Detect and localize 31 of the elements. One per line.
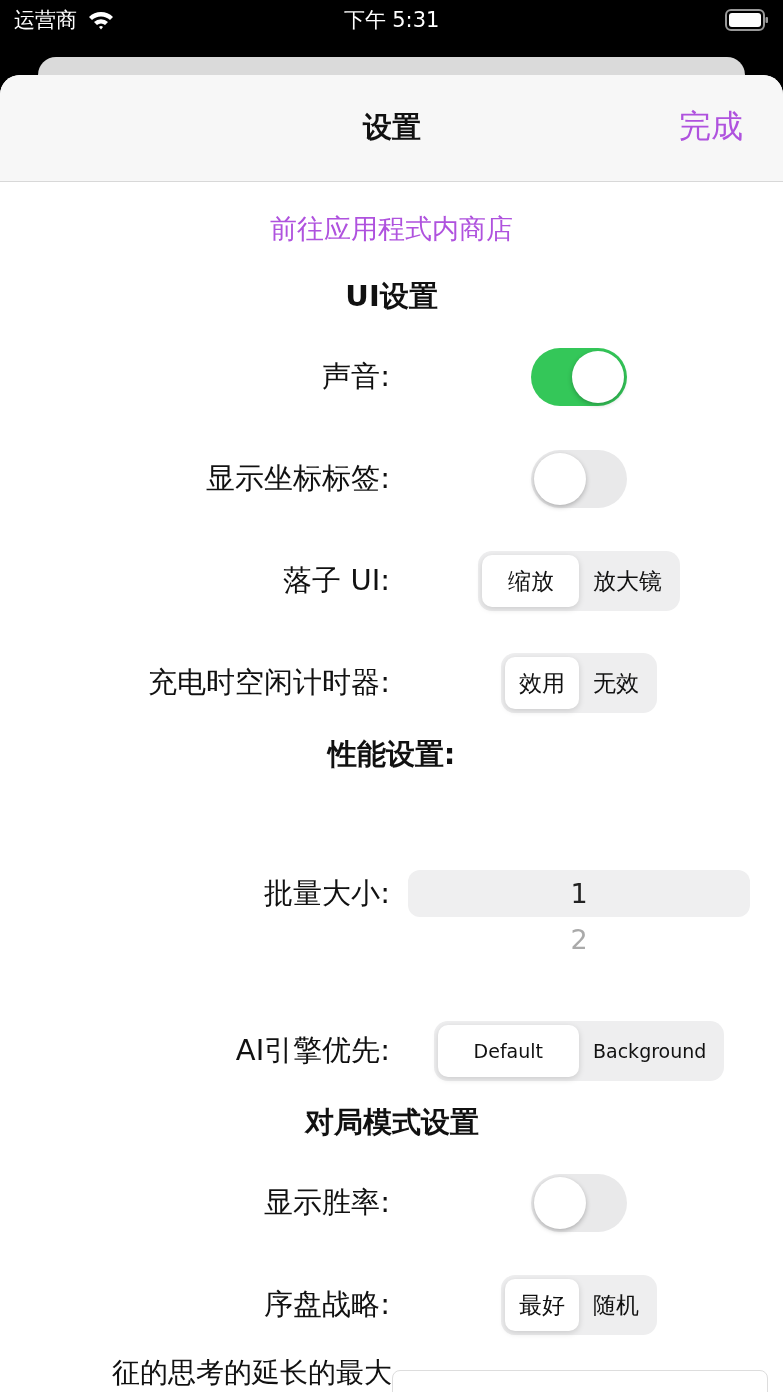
picker-option[interactable]: 1 [408, 870, 750, 917]
toggle-switch[interactable] [531, 1174, 627, 1232]
status-time: 下午 5:31 [342, 7, 441, 34]
setting-label: 落子 UI: [283, 562, 390, 599]
segment[interactable]: 最好 [505, 1279, 579, 1331]
setting-label: 充电时空闲计时器: [148, 664, 390, 701]
setting-label: 显示胜率: [264, 1184, 390, 1221]
battery-icon [725, 9, 769, 31]
segment[interactable]: Default [437, 1025, 579, 1077]
setting-label: 批量大小: [264, 875, 390, 912]
setting-label: 征的思考的延长的最大 [111, 1356, 392, 1390]
done-button[interactable]: 完成 [679, 105, 743, 149]
segment[interactable]: 无效 [579, 657, 653, 709]
nav-title: 设置 [362, 109, 421, 146]
toggle-switch[interactable] [531, 450, 627, 508]
section-title: 性能设置: [327, 736, 456, 773]
setting-label: AI引擎优先: [235, 1032, 390, 1069]
setting-label: 显示坐标标签: [206, 460, 390, 497]
segment[interactable]: Background [579, 1025, 721, 1077]
app-store-link[interactable]: 前往应用程式内商店 [270, 211, 513, 247]
toggle-switch[interactable] [531, 348, 627, 406]
segment[interactable]: 随机 [579, 1279, 653, 1331]
wifi-icon [87, 10, 115, 30]
section-title: UI设置 [345, 278, 438, 315]
segment[interactable]: 效用 [505, 657, 579, 709]
segment[interactable]: 缩放 [482, 555, 579, 607]
carrier-name: 运营商 [14, 7, 77, 34]
section-title: 对局模式设置 [304, 1104, 479, 1141]
setting-label: 声音: [322, 358, 390, 395]
setting-label: 序盘战略: [264, 1286, 390, 1323]
segment[interactable]: 放大镜 [579, 555, 676, 607]
